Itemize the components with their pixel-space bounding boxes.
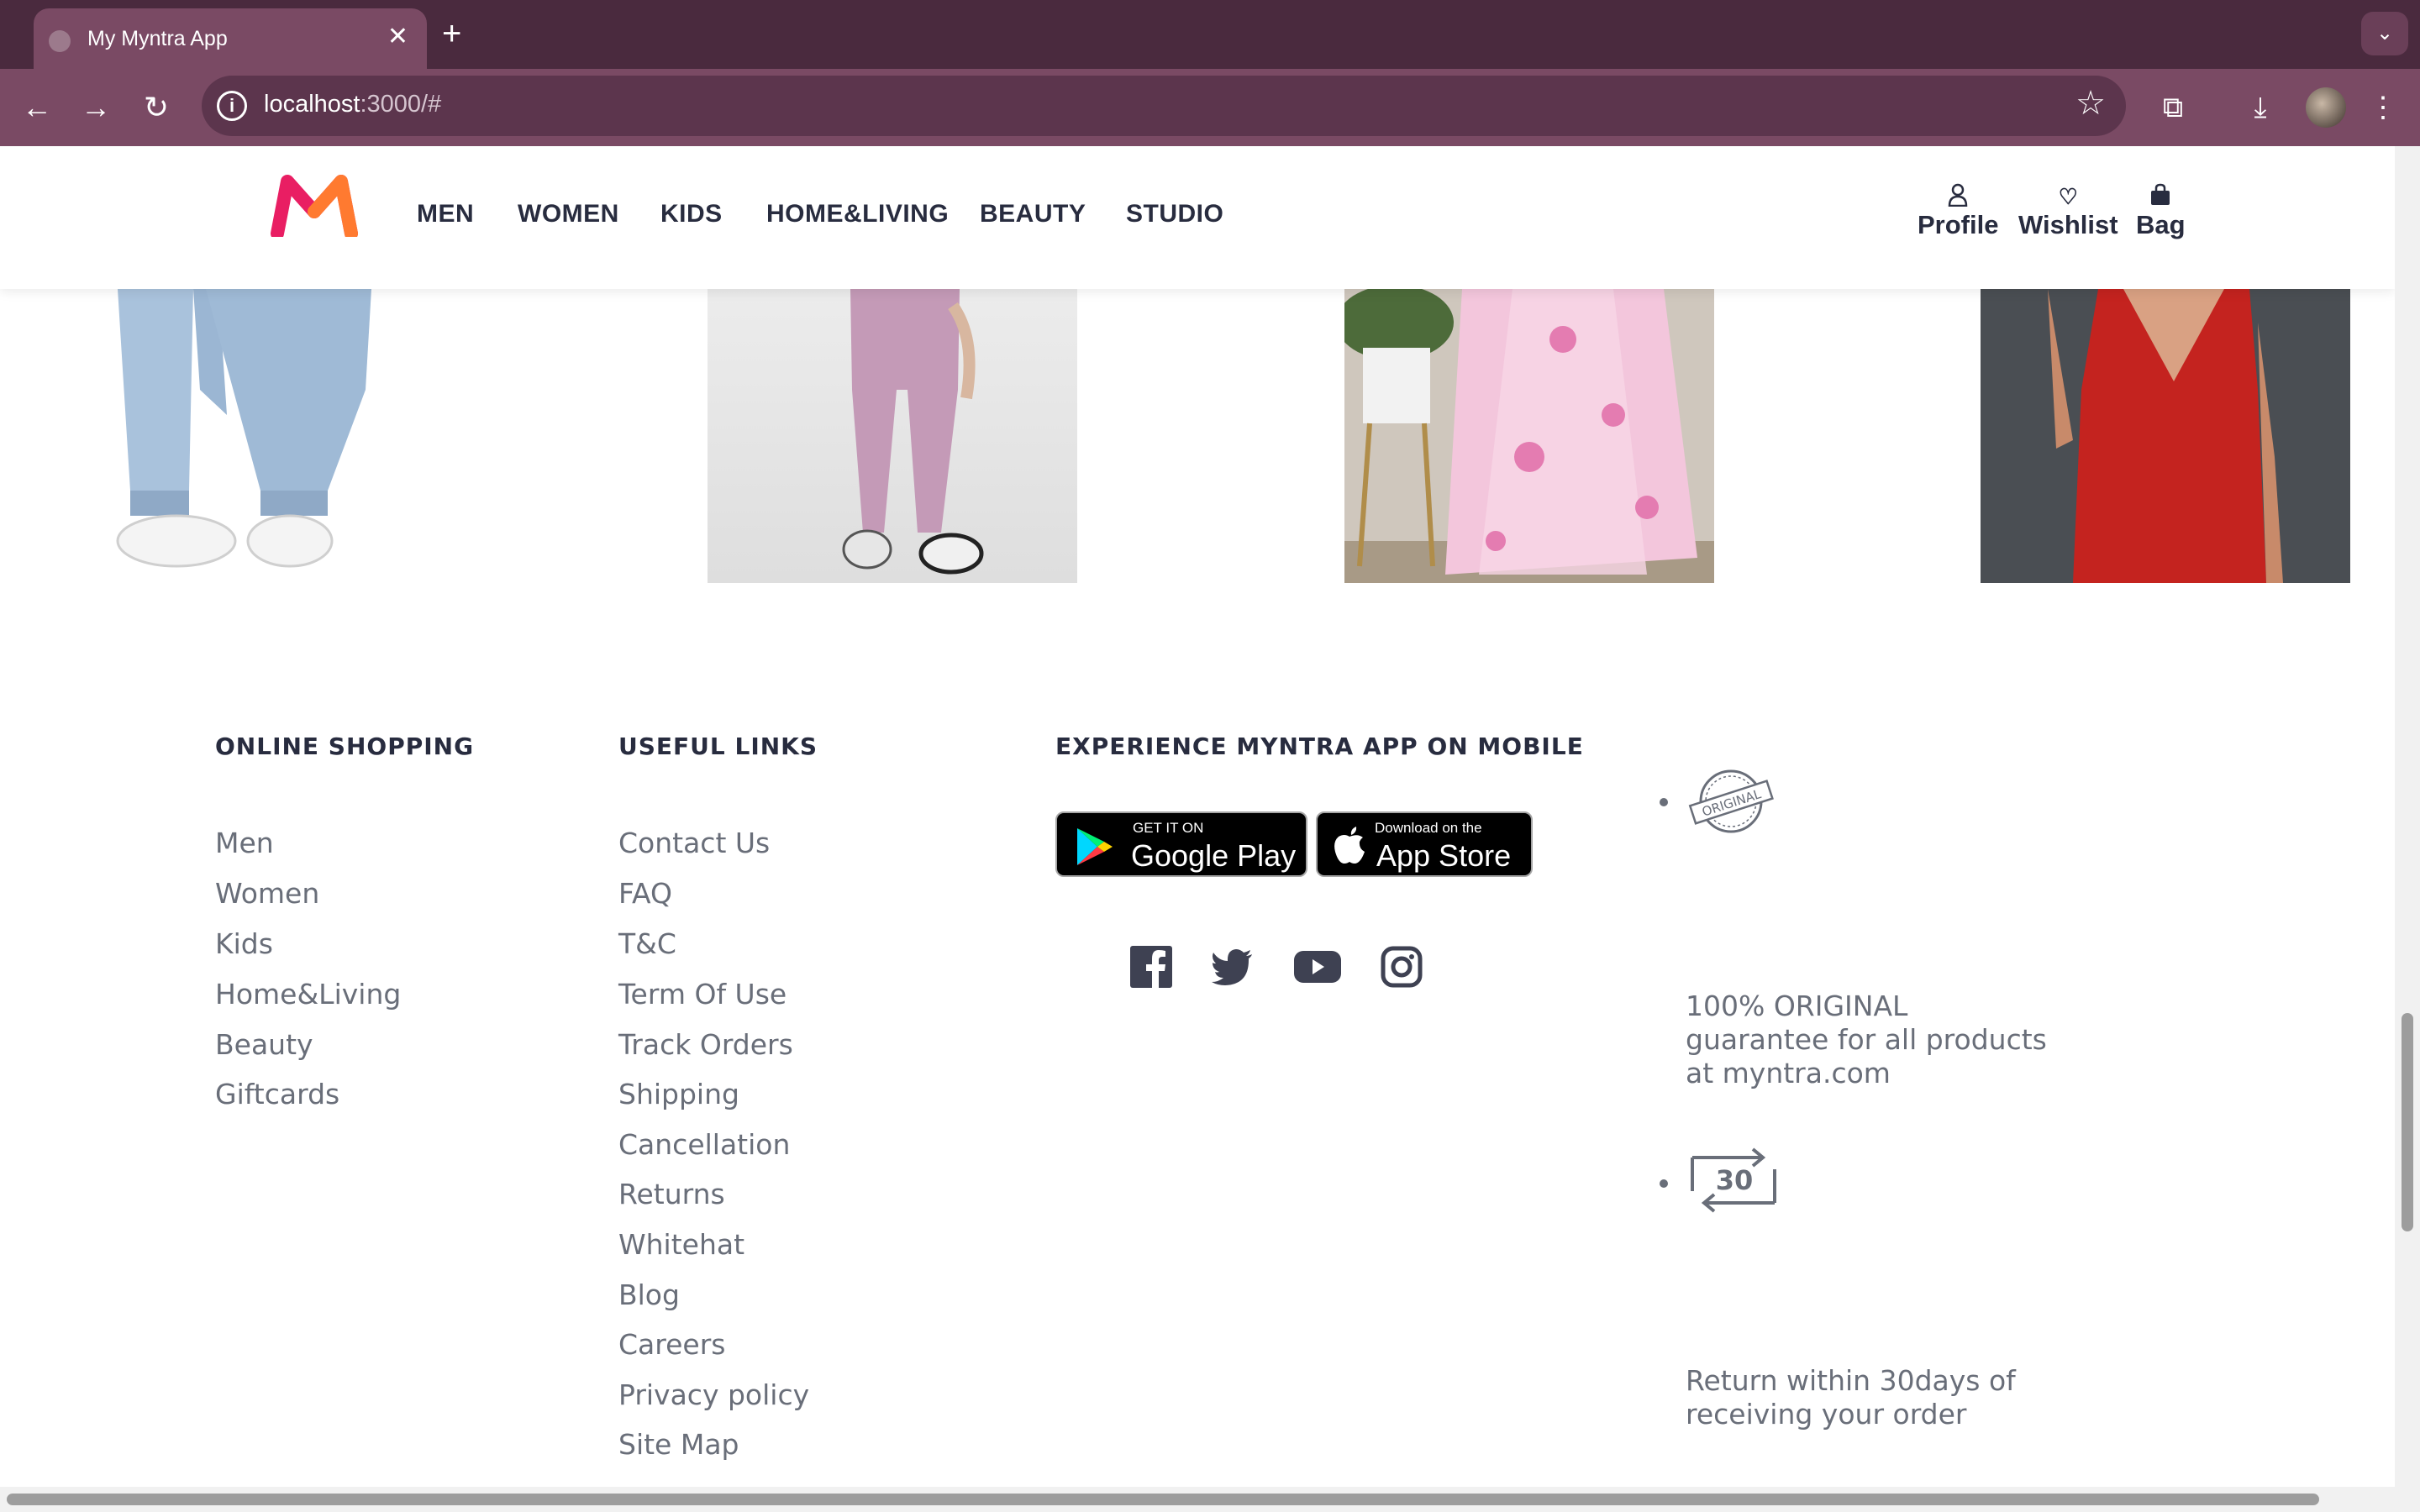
footer-link-home-living[interactable]: Home&Living [215,978,401,1011]
footer-link-careers[interactable]: Careers [618,1328,725,1361]
horizontal-scrollbar[interactable] [0,1487,2420,1512]
footer-link-contact-us[interactable]: Contact Us [618,827,770,859]
nav-studio[interactable]: STUDIO [1126,200,1223,228]
tab-search-icon[interactable]: ⌄ [2361,12,2408,55]
footer-link-returns[interactable]: Returns [618,1178,725,1210]
instagram-icon[interactable] [1379,944,1424,990]
google-play-small-text: GET IT ON [1133,820,1204,836]
footer-link-giftcards[interactable]: Giftcards [215,1078,339,1110]
horizontal-scrollbar-thumb[interactable] [7,1494,2319,1505]
footer-link-beauty[interactable]: Beauty [215,1028,313,1061]
wishlist-label: Wishlist [2018,210,2118,239]
vertical-scrollbar-thumb[interactable] [2402,1013,2413,1231]
product-image-red-dress[interactable] [1981,289,2350,583]
google-play-icon [1077,828,1113,865]
google-play-badge[interactable]: GET IT ON Google Play [1055,811,1307,877]
footer-link-site-map[interactable]: Site Map [618,1428,739,1461]
menu-icon[interactable]: ⋮ [2363,87,2403,128]
footer-link-cancellation[interactable]: Cancellation [618,1128,790,1161]
forward-icon[interactable]: → [76,87,116,128]
product-image-leggings[interactable] [708,289,1077,583]
bag-label: Bag [2136,210,2186,239]
footer-link-women[interactable]: Women [215,877,319,910]
return-30-text: 30 [1716,1164,1754,1196]
footer-link-privacy-policy[interactable]: Privacy policy [618,1378,809,1411]
list-bullet [1660,1179,1668,1188]
bag-button[interactable]: Bag [2136,183,2186,240]
favicon-icon [49,30,71,52]
site-header: MEN WOMEN KIDS HOME&LIVING BEAUTY STUDIO… [0,146,2395,289]
app-store-big-text: App Store [1376,838,1512,873]
list-bullet [1660,798,1668,806]
heart-icon: ♡ [2058,184,2078,209]
profile-label: Profile [1918,210,1999,239]
original-guarantee-text: 100% ORIGINAL guarantee for all products… [1686,990,2047,1089]
twitter-icon[interactable] [1210,944,1255,990]
apple-icon [1334,827,1365,864]
youtube-icon[interactable] [1292,944,1343,990]
footer-link-kids[interactable]: Kids [215,927,273,960]
app-store-small-text: Download on the [1375,820,1482,836]
wishlist-button[interactable]: ♡ Wishlist [2018,183,2118,240]
app-heading: EXPERIENCE MYNTRA APP ON MOBILE [1055,732,1584,760]
back-icon[interactable]: ← [17,87,57,128]
profile-button[interactable]: Profile [1918,183,1998,240]
nav-women[interactable]: WOMEN [518,200,619,228]
bookmark-star-icon[interactable]: ☆ [2075,84,2106,123]
online-shopping-heading: ONLINE SHOPPING [215,732,475,760]
google-play-big-text: Google Play [1131,838,1297,873]
profile-icon [1918,183,1998,210]
new-tab-button[interactable]: + [442,12,461,55]
nav-men[interactable]: MEN [417,200,474,228]
page-viewport: MEN WOMEN KIDS HOME&LIVING BEAUTY STUDIO… [0,146,2395,1487]
extensions-icon[interactable]: ⧉ [2153,87,2193,128]
vertical-scrollbar[interactable] [2395,146,2420,1487]
avatar[interactable] [2306,87,2346,128]
reload-icon[interactable]: ↻ [136,87,176,128]
footer-link-men[interactable]: Men [215,827,274,859]
download-icon[interactable]: ⤓ [2240,87,2281,128]
myntra-logo[interactable] [271,175,358,237]
footer-link-terms-of-use[interactable]: Term Of Use [618,978,786,1011]
footer-link-blog[interactable]: Blog [618,1278,680,1311]
nav-beauty[interactable]: BEAUTY [980,200,1086,228]
nav-kids[interactable]: KIDS [660,200,723,228]
return-30-icon: 30 [1691,1147,1776,1213]
browser-tab-strip: My Myntra App ✕ + ⌄ [0,0,2420,69]
url-text[interactable]: localhost:3000/# [264,91,441,118]
nav-home-living[interactable]: HOME&LIVING [766,200,949,228]
site-info-icon[interactable]: i [217,91,247,121]
footer-link-shipping[interactable]: Shipping [618,1078,739,1110]
tab-close-icon[interactable]: ✕ [387,22,408,51]
footer-link-tc[interactable]: T&C [618,927,676,960]
facebook-icon[interactable] [1128,944,1174,990]
return-policy-text: Return within 30days of receiving your o… [1686,1364,2016,1431]
product-image-jeans[interactable] [50,289,387,583]
product-image-saree[interactable] [1344,289,1714,583]
tab-title: My Myntra App [87,27,228,50]
footer-link-faq[interactable]: FAQ [618,877,672,910]
address-bar[interactable]: i localhost:3000/# ☆ [202,76,2126,136]
original-badge-icon: ORIGINAL [1688,769,1774,833]
browser-tab[interactable]: My Myntra App ✕ [34,8,427,69]
footer-link-track-orders[interactable]: Track Orders [618,1028,793,1061]
useful-links-heading: USEFUL LINKS [618,732,818,760]
browser-toolbar: ← → ↻ i localhost:3000/# ☆ ⧉ ⤓ ⋮ [0,69,2420,146]
footer-link-whitehat[interactable]: Whitehat [618,1228,744,1261]
app-store-badge[interactable]: Download on the App Store [1316,811,1533,877]
bag-icon [2136,183,2186,210]
